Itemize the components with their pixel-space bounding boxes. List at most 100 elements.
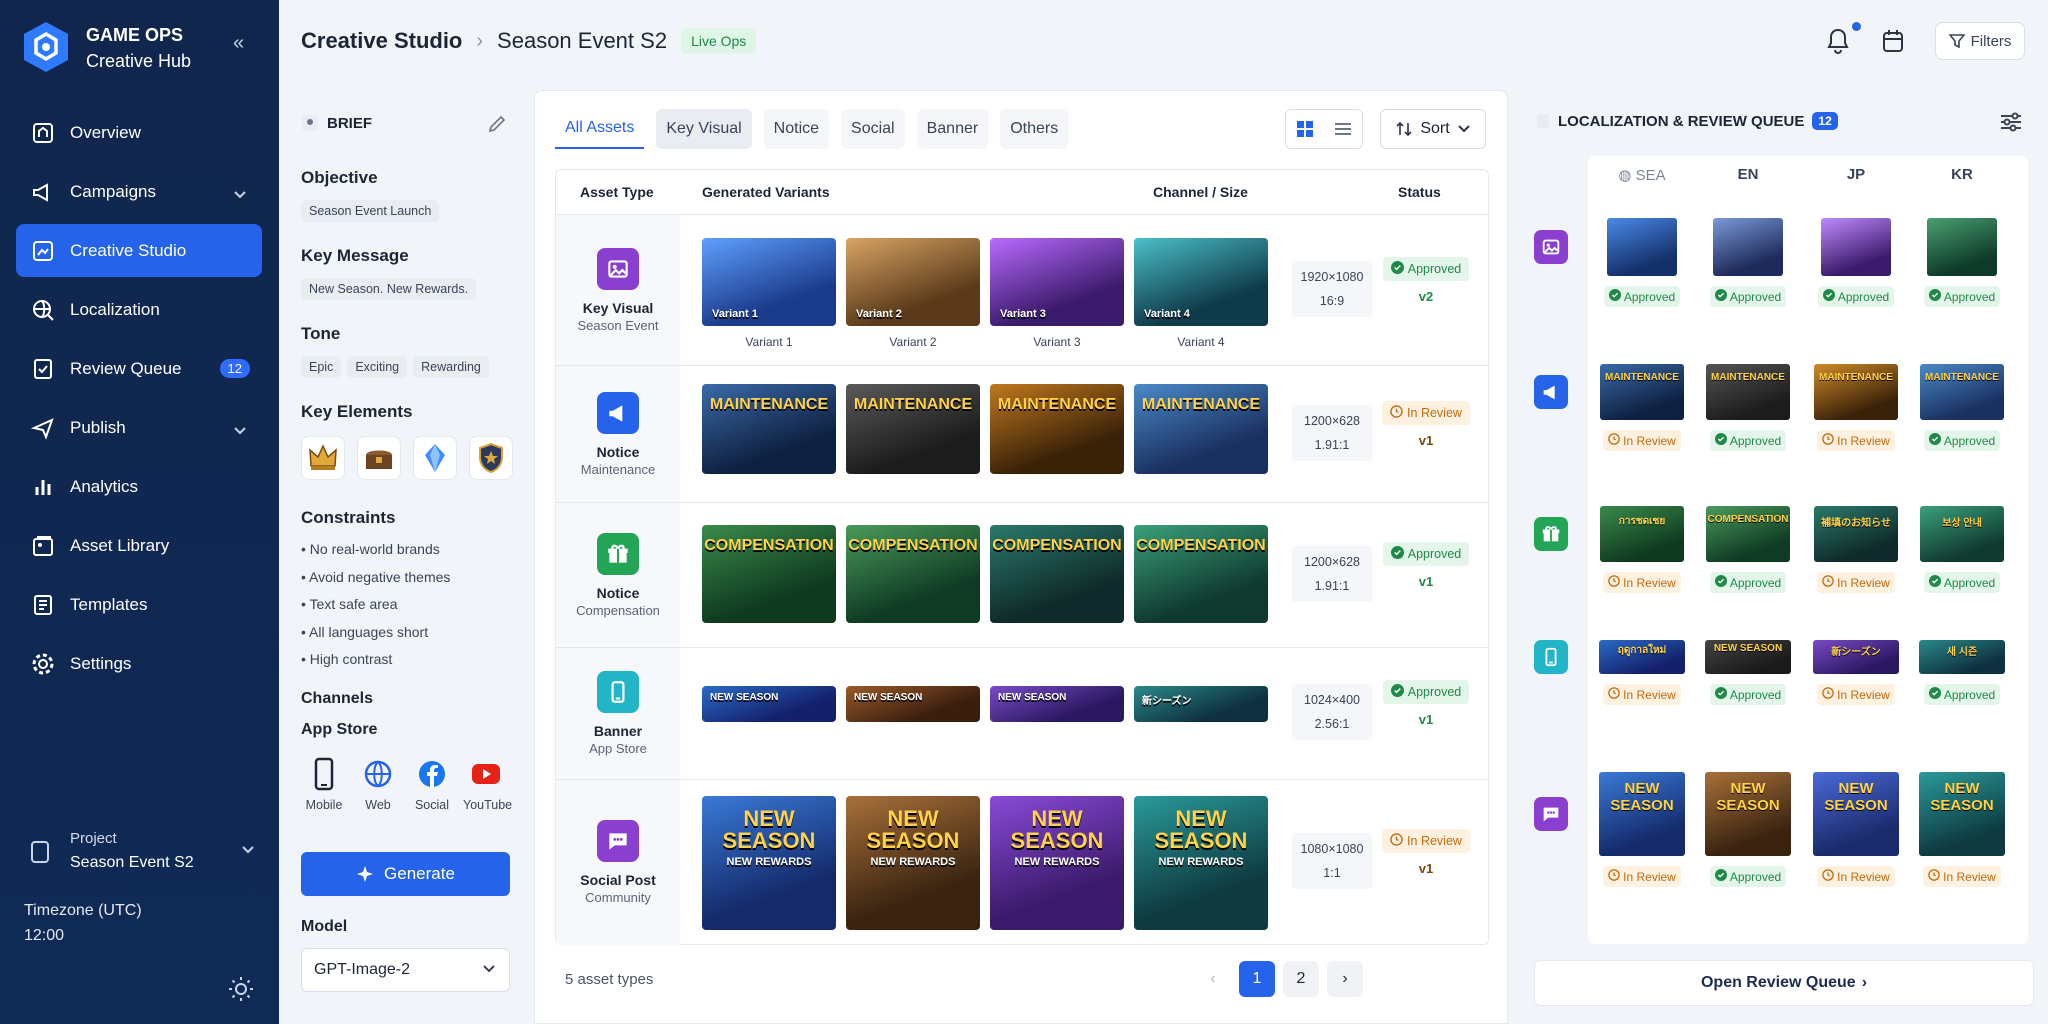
- crystal-element[interactable]: [413, 436, 457, 480]
- queue-cell[interactable]: NEW SEASON In Review: [1592, 772, 1692, 887]
- chest-element[interactable]: [357, 436, 401, 480]
- variant-thumbnail[interactable]: MAINTENANCE: [1134, 384, 1268, 474]
- next-page-button[interactable]: ›: [1327, 961, 1363, 997]
- page-2-button[interactable]: 2: [1283, 961, 1319, 997]
- nav-item-overview[interactable]: Overview: [16, 106, 262, 159]
- variant-thumbnail[interactable]: MAINTENANCE: [846, 384, 980, 474]
- localized-thumbnail[interactable]: MAINTENANCE: [1920, 364, 2004, 420]
- nav-item-campaigns[interactable]: Campaigns: [16, 165, 262, 218]
- localized-thumbnail[interactable]: MAINTENANCE: [1600, 364, 1684, 420]
- tab-key-visual[interactable]: Key Visual: [656, 109, 752, 149]
- variant-thumbnail[interactable]: NEW SEASON NEW REWARDS: [1134, 796, 1268, 930]
- model-select[interactable]: GPT-Image-2: [301, 948, 510, 992]
- sort-button[interactable]: Sort: [1380, 109, 1486, 149]
- variant-thumbnail[interactable]: NEW SEASON: [702, 686, 836, 722]
- table-row[interactable]: Key Visual Season Event Variant 1 Variant 1…: [556, 214, 1488, 365]
- breadcrumb-root[interactable]: Creative Studio: [301, 28, 462, 54]
- nav-item-publish[interactable]: Publish: [16, 401, 262, 454]
- localized-thumbnail[interactable]: [1821, 218, 1891, 276]
- filters-button[interactable]: Filters: [1935, 22, 2025, 60]
- calendar-icon[interactable]: [1882, 29, 1904, 53]
- table-row[interactable]: Notice Maintenance MAINTENANCE MAINTENANCE M…: [556, 365, 1488, 502]
- queue-settings-icon[interactable]: [2000, 112, 2022, 132]
- variant-thumbnail[interactable]: NEW SEASON NEW REWARDS: [846, 796, 980, 930]
- edit-brief-icon[interactable]: [487, 114, 507, 134]
- collapse-sidebar-icon[interactable]: «: [233, 32, 244, 55]
- queue-cell[interactable]: COMPENSATION Approved: [1698, 506, 1798, 593]
- variant-thumbnail[interactable]: NEW SEASON NEW REWARDS: [990, 796, 1124, 930]
- nav-item-analytics[interactable]: Analytics: [16, 460, 262, 513]
- localized-thumbnail[interactable]: 보상 안내: [1920, 506, 2004, 562]
- variant-thumbnail[interactable]: COMPENSATION: [846, 525, 980, 623]
- table-row[interactable]: Notice Compensation COMPENSATION COMPENSATI…: [556, 502, 1488, 647]
- variant-thumbnail[interactable]: NEW SEASON: [846, 686, 980, 722]
- localized-thumbnail[interactable]: MAINTENANCE: [1706, 364, 1790, 420]
- queue-cell[interactable]: 보상 안내 Approved: [1912, 506, 2012, 593]
- queue-cell[interactable]: MAINTENANCE In Review: [1592, 364, 1692, 451]
- channel-web[interactable]: Web: [355, 756, 401, 812]
- notification-bell-icon[interactable]: [1827, 28, 1849, 54]
- variant-thumbnail[interactable]: COMPENSATION: [702, 525, 836, 623]
- localized-thumbnail[interactable]: 補填のお知らせ: [1814, 506, 1898, 562]
- localized-thumbnail[interactable]: ฤดูกาลใหม่: [1599, 640, 1685, 674]
- variant-thumbnail[interactable]: Variant 3: [990, 238, 1124, 326]
- tab-social[interactable]: Social: [841, 109, 905, 149]
- queue-cell[interactable]: Approved: [1912, 218, 2012, 307]
- nav-item-settings[interactable]: Settings: [16, 637, 262, 690]
- theme-toggle-icon[interactable]: [228, 976, 254, 1002]
- localized-thumbnail[interactable]: NEW SEASON: [1705, 772, 1791, 856]
- variant-thumbnail[interactable]: COMPENSATION: [1134, 525, 1268, 623]
- tab-others[interactable]: Others: [1000, 109, 1069, 149]
- nav-item-localization[interactable]: Localization: [16, 283, 262, 336]
- tab-notice[interactable]: Notice: [763, 109, 830, 149]
- queue-cell[interactable]: 새 시즌 Approved: [1912, 640, 2012, 705]
- queue-cell[interactable]: MAINTENANCE In Review: [1806, 364, 1906, 451]
- localized-thumbnail[interactable]: [1607, 218, 1677, 276]
- queue-cell[interactable]: Approved: [1592, 218, 1692, 307]
- variant-thumbnail[interactable]: Variant 1: [702, 238, 836, 326]
- variant-thumbnail[interactable]: Variant 2: [846, 238, 980, 326]
- localized-thumbnail[interactable]: การชดเชย: [1600, 506, 1684, 562]
- table-row[interactable]: Banner App Store NEW SEASON NEW SEASON NEW S…: [556, 647, 1488, 779]
- variant-thumbnail[interactable]: NEW SEASON: [990, 686, 1124, 722]
- generate-button[interactable]: Generate: [301, 852, 510, 896]
- localized-thumbnail[interactable]: COMPENSATION: [1706, 506, 1790, 562]
- localized-thumbnail[interactable]: NEW SEASON: [1599, 772, 1685, 856]
- queue-cell[interactable]: การชดเชย In Review: [1592, 506, 1692, 593]
- shield-element[interactable]: [469, 436, 513, 480]
- localized-thumbnail[interactable]: 새 시즌: [1919, 640, 2005, 674]
- localized-thumbnail[interactable]: 新シーズン: [1813, 640, 1899, 674]
- queue-cell[interactable]: 新シーズン In Review: [1806, 640, 1906, 705]
- variant-thumbnail[interactable]: MAINTENANCE: [990, 384, 1124, 474]
- nav-item-templates[interactable]: Templates: [16, 578, 262, 631]
- prev-page-button[interactable]: ‹: [1195, 961, 1231, 997]
- tab-all-assets[interactable]: All Assets: [555, 109, 645, 149]
- open-review-queue-button[interactable]: Open Review Queue ›: [1534, 960, 2034, 1006]
- queue-cell[interactable]: NEW SEASON In Review: [1912, 772, 2012, 887]
- queue-cell[interactable]: MAINTENANCE Approved: [1698, 364, 1798, 451]
- variant-thumbnail[interactable]: MAINTENANCE: [702, 384, 836, 474]
- variant-thumbnail[interactable]: Variant 4: [1134, 238, 1268, 326]
- channel-mobile[interactable]: Mobile: [301, 756, 347, 812]
- crown-element[interactable]: [301, 436, 345, 480]
- variant-thumbnail[interactable]: 新シーズン: [1134, 686, 1268, 722]
- queue-cell[interactable]: Approved: [1698, 218, 1798, 307]
- channel-social[interactable]: Social: [409, 756, 455, 812]
- nav-item-creative-studio[interactable]: Creative Studio: [16, 224, 262, 277]
- queue-cell[interactable]: Approved: [1806, 218, 1906, 307]
- queue-cell[interactable]: MAINTENANCE Approved: [1912, 364, 2012, 451]
- tab-banner[interactable]: Banner: [916, 109, 989, 149]
- localized-thumbnail[interactable]: MAINTENANCE: [1814, 364, 1898, 420]
- queue-cell[interactable]: 補填のお知らせ In Review: [1806, 506, 1906, 593]
- queue-cell[interactable]: NEW SEASON Approved: [1698, 772, 1798, 887]
- nav-item-review-queue[interactable]: Review Queue 12: [16, 342, 262, 395]
- nav-item-asset-library[interactable]: Asset Library: [16, 519, 262, 572]
- channel-youtube[interactable]: YouTube: [463, 756, 512, 812]
- localized-thumbnail[interactable]: [1927, 218, 1997, 276]
- list-view-button[interactable]: [1324, 110, 1362, 148]
- variant-thumbnail[interactable]: NEW SEASON NEW REWARDS: [702, 796, 836, 930]
- queue-cell[interactable]: NEW SEASON In Review: [1806, 772, 1906, 887]
- localized-thumbnail[interactable]: NEW SEASON: [1919, 772, 2005, 856]
- project-selector[interactable]: Project Season Event S2: [22, 826, 262, 882]
- queue-cell[interactable]: ฤดูกาลใหม่ In Review: [1592, 640, 1692, 705]
